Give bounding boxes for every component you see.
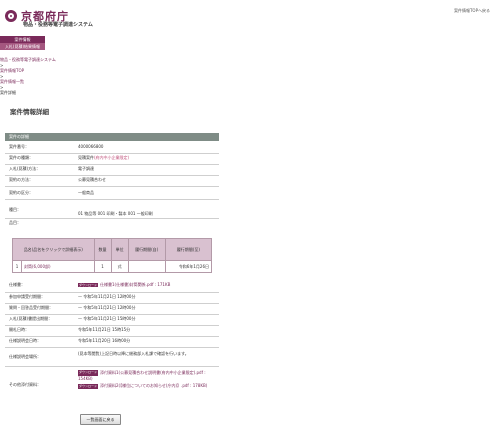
review-place-value: (見本等閲覧)上記日時以降に総務部入札課で確認を行います。 (78, 351, 189, 356)
field-row-category: 契約の区分： 一般商品 (5, 188, 219, 200)
items-header-qty: 数量 (93, 238, 112, 261)
entry-period-value: — 令和5年11月21日 12時00分 (78, 294, 136, 299)
items-header-unit: 単位 (110, 238, 129, 261)
field-row-kind: 案件の種類： 見積案件(府内中小企業限定) (5, 155, 219, 165)
menu-item-bid-results[interactable]: 入札(見積)結果情報 (0, 43, 45, 50)
field-row-goods: 品目： (9, 220, 21, 225)
item-type-value: 01 物品等 001 印刷・製本 001 一般印刷 (78, 211, 153, 216)
menu-item-case-info[interactable]: 案件情報 (0, 36, 45, 43)
field-row-entry-period: 参加申請受付期間： — 令和5年11月21日 12時00分 (5, 294, 219, 304)
bid-period-value: — 令和5年11月21日 15時00分 (78, 316, 136, 321)
open-date-value: 令和5年11月21日 15時15分 (78, 327, 131, 332)
item-name-link[interactable]: 封筒(6,000部) (24, 264, 51, 269)
field-row-question-period: 質問・回答品受付期間： — 令和5年11月21日 12時00分 (5, 305, 219, 315)
system-name: 物品・役務等電子調達システム (23, 22, 93, 28)
field-row-other-attachments: その他添付資料： ダウンロード 添付資料1(公募見積合わせ説明書(府内中小企業限定… (9, 370, 208, 389)
breadcrumb-current: 案件詳細 (0, 90, 16, 95)
download-badge: ダウンロード (78, 383, 99, 389)
kind-note: (府内中小企業限定) (94, 155, 130, 160)
breadcrumb: 物品・役務等電子調達システム > 案件情報TOP > 案件情報一覧 > 案件詳細 (0, 57, 56, 96)
breadcrumb-system[interactable]: 物品・役務等電子調達システム (0, 57, 56, 62)
breadcrumb-top[interactable]: 案件情報TOP (0, 68, 24, 73)
field-row-case-no: 案件番号： 4000066800 (5, 144, 219, 154)
back-to-list-button[interactable]: 一覧画面に戻る (80, 414, 121, 425)
field-row-contract-method: 契約の方法： 公募見積合わせ (5, 177, 219, 187)
field-row-spec: 仕様書： ダウンロード 仕様書1(仕様書)封筒関係.pdf : 171KB (5, 282, 219, 293)
kyoto-crest-icon (5, 10, 17, 22)
case-no-value: 4000066800 (78, 144, 104, 149)
attachment-link-2[interactable]: 添付資料2(【様位についてのお知らせ(庁内)】.pdf : 178KB) (100, 383, 207, 388)
items-header-to: 履行期間(至) (164, 238, 213, 261)
side-menu: 案件情報 入札(見積)結果情報 (0, 36, 45, 50)
review-date-value: 令和5年11月20日 16時00分 (78, 338, 131, 343)
field-row-method: 入札(見積)方法： 電子調達 (5, 166, 219, 176)
top-link[interactable]: 案件情報TOPへ戻る (454, 8, 490, 14)
field-row-review-date: 仕様説明会日時： 令和5年11月20日 16時00分 (5, 338, 219, 348)
breadcrumb-list[interactable]: 案件情報一覧 (0, 79, 24, 84)
kind-value: 見積案件 (78, 155, 94, 160)
field-row-item-type: 種目： 01 物品等 001 印刷・製本 001 一般印刷 (5, 201, 219, 219)
question-period-value: — 令和5年11月21日 12時00分 (78, 305, 136, 310)
field-row-review-place: 仕様説明会場所： (見本等閲覧)上記日時以降に総務部入札課で確認を行います。 (5, 349, 219, 367)
items-table: 品名(品名をクリックで詳細表示) 数量 単位 履行期間(自) 履行期間(至) 1… (12, 238, 213, 273)
contract-method-value: 公募見積合わせ (78, 177, 106, 182)
spec-file-link[interactable]: 仕様書1(仕様書)封筒関係.pdf : 171KB (100, 282, 170, 287)
download-badge: ダウンロード (78, 283, 99, 287)
category-value: 一般商品 (78, 190, 94, 195)
field-row-open-date: 開札日時： 令和5年11月21日 15時15分 (5, 327, 219, 337)
items-header-from: 履行期間(自) (127, 238, 166, 261)
method-value: 電子調達 (78, 166, 94, 171)
section-header: 案件の詳細 (5, 133, 219, 141)
page-title: 案件情報詳細 (10, 108, 49, 116)
field-row-bid-period: 入札(見積)書提出期間： — 令和5年11月21日 15時00分 (5, 316, 219, 326)
items-header-name: 品名(品名をクリックで詳細表示) (12, 238, 95, 261)
table-row: 1 封筒(6,000部) 1 式 令和6年1月26日 (12, 260, 213, 273)
